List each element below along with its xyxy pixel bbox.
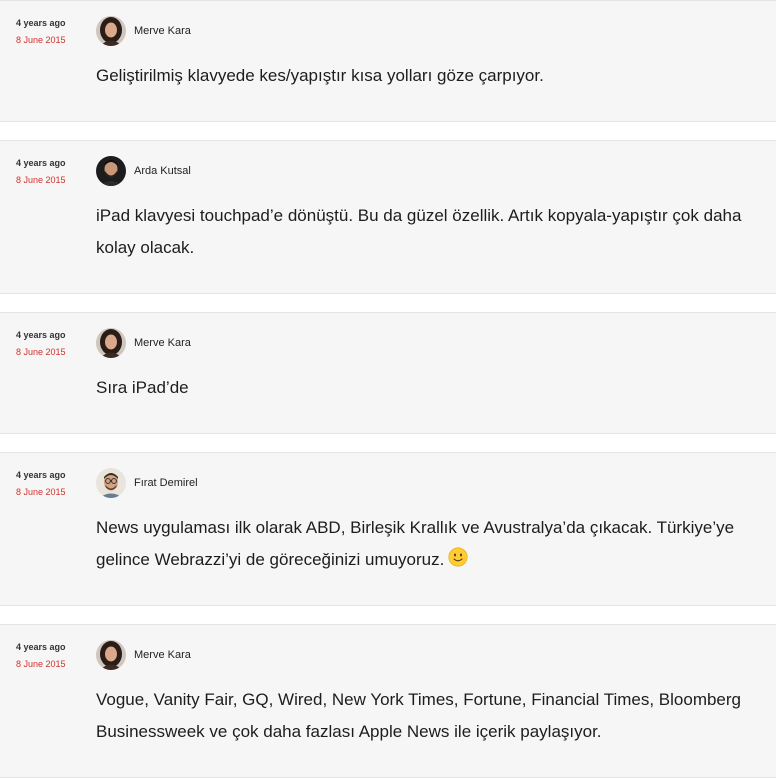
comment-date[interactable]: 8 June 2015 [16, 174, 86, 186]
comment-body: iPad klavyesi touchpad’e dönüştü. Bu da … [96, 206, 742, 257]
comment-timestamp: 4 years ago 8 June 2015 [16, 641, 86, 670]
author-name[interactable]: Merve Kara [134, 649, 191, 661]
comment-author: Merve Kara [96, 640, 191, 670]
comment-date[interactable]: 8 June 2015 [16, 486, 86, 498]
comment-timestamp: 4 years ago 8 June 2015 [16, 469, 86, 498]
comment-time-ago: 4 years ago [16, 158, 66, 168]
comment-time-ago: 4 years ago [16, 470, 66, 480]
avatar-woman-dark-hair-icon[interactable] [96, 328, 126, 358]
comment-date[interactable]: 8 June 2015 [16, 346, 86, 358]
comment-body: Sıra iPad’de [96, 378, 189, 397]
slightly-smiling-face-emoji-icon [448, 547, 468, 567]
author-name[interactable]: Merve Kara [134, 337, 191, 349]
comment-item: 4 years ago 8 June 2015 Arda Kutsal iPad… [0, 140, 776, 294]
comment-timestamp: 4 years ago 8 June 2015 [16, 329, 86, 358]
comment-item: 4 years ago 8 June 2015 Merve Kara Geliş… [0, 0, 776, 122]
comment-timestamp: 4 years ago 8 June 2015 [16, 157, 86, 186]
comment-author: Fırat Demirel [96, 468, 198, 498]
avatar-woman-dark-hair-icon[interactable] [96, 640, 126, 670]
comment-item: 4 years ago 8 June 2015 Merve Kara Vogue… [0, 624, 776, 778]
author-name[interactable]: Fırat Demirel [134, 477, 198, 489]
comment-time-ago: 4 years ago [16, 330, 66, 340]
comment-body: Geliştirilmiş klavyede kes/yapıştır kısa… [96, 66, 544, 85]
comment-item: 4 years ago 8 June 2015 Merve Kara Sıra … [0, 312, 776, 434]
avatar-man-glasses-icon[interactable] [96, 468, 126, 498]
comment-author: Arda Kutsal [96, 156, 191, 186]
comment-date[interactable]: 8 June 2015 [16, 658, 86, 670]
comment-author: Merve Kara [96, 328, 191, 358]
comment-author: Merve Kara [96, 16, 191, 46]
comment-body: News uygulaması ilk olarak ABD, Birleşik… [96, 512, 764, 576]
comment-timestamp: 4 years ago 8 June 2015 [16, 17, 86, 46]
comment-body-text: News uygulaması ilk olarak ABD, Birleşik… [96, 518, 735, 569]
comment-body: Vogue, Vanity Fair, GQ, Wired, New York … [96, 690, 742, 741]
author-name[interactable]: Merve Kara [134, 25, 191, 37]
avatar-woman-dark-hair-icon[interactable] [96, 16, 126, 46]
comment-time-ago: 4 years ago [16, 18, 66, 28]
comment-time-ago: 4 years ago [16, 642, 66, 652]
comment-item: 4 years ago 8 June 2015 Fırat Demirel Ne… [0, 452, 776, 606]
comment-date[interactable]: 8 June 2015 [16, 34, 86, 46]
author-name[interactable]: Arda Kutsal [134, 165, 191, 177]
avatar-man-dark-icon[interactable] [96, 156, 126, 186]
